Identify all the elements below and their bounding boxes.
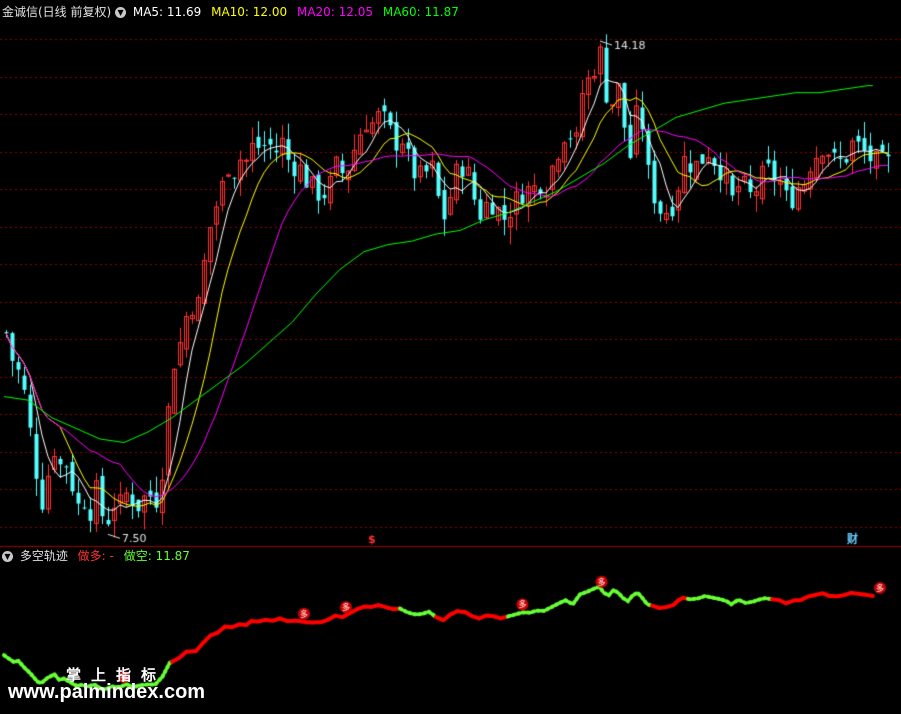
dropdown-icon[interactable]: ▼ — [2, 551, 13, 562]
short-value: 做空: 11.87 — [123, 549, 190, 563]
ma60-value: MA60: 11.87 — [382, 5, 459, 19]
chart-canvas — [0, 0, 901, 714]
ma20-value: MA20: 12.05 — [296, 5, 374, 19]
long-value: 做多: - — [77, 549, 114, 563]
indicator-header: ▼ 多空轨迹 做多: - 做空: 11.87 — [2, 549, 190, 563]
ma10-value: MA10: 12.00 — [211, 5, 288, 19]
ma5-value: MA5: 11.69 — [132, 5, 202, 19]
main-chart-header: 金诚信(日线 前复权) ▼ MA5: 11.69 MA10: 12.00 MA2… — [2, 5, 459, 19]
watermark-url: www.palmindex.com — [8, 681, 206, 703]
dropdown-icon[interactable]: ▼ — [115, 7, 127, 18]
stock-title: 金诚信(日线 前复权) — [2, 5, 112, 19]
indicator-name: 多空轨迹 — [19, 549, 68, 563]
